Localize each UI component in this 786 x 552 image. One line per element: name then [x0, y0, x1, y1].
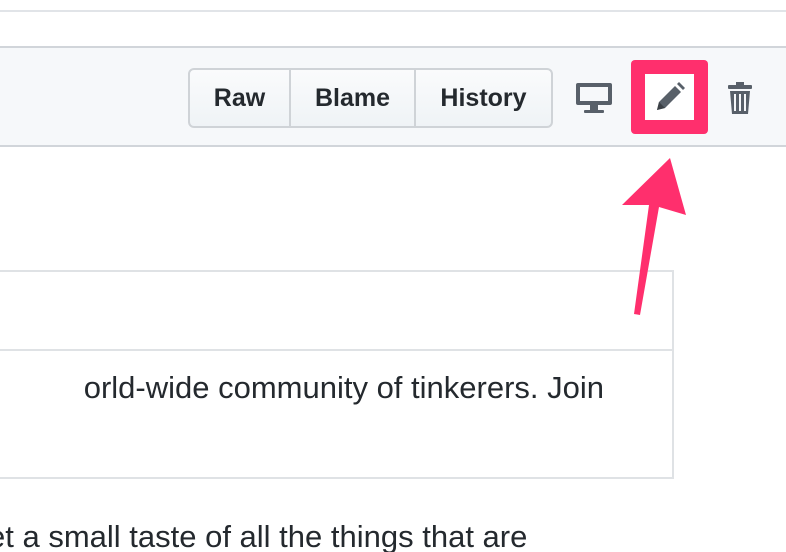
history-button[interactable]: History — [414, 70, 551, 126]
content-text: orld-wide community of tinkerers. Join — [83, 370, 604, 405]
blame-button[interactable]: Blame — [289, 70, 414, 126]
pencil-icon — [656, 82, 685, 110]
trash-icon — [728, 82, 752, 114]
desktop-icon — [576, 83, 612, 113]
content-text-row: orld-wide community of tinkerers. Join — [0, 370, 604, 410]
page: Raw Blame History orld-wide community of… — [0, 0, 786, 552]
delete-file-button[interactable] — [721, 76, 759, 120]
body-paragraph: et a small taste of all the things that … — [0, 519, 528, 552]
top-divider — [0, 10, 786, 12]
edit-file-button[interactable] — [645, 74, 694, 120]
content-table-header-row — [0, 272, 672, 351]
open-in-desktop-button[interactable] — [572, 76, 616, 120]
file-actions-bar: Raw Blame History — [0, 46, 786, 147]
content-table: orld-wide community of tinkerers. Join — [0, 270, 674, 479]
file-view-button-group: Raw Blame History — [188, 68, 553, 128]
raw-button[interactable]: Raw — [190, 70, 289, 126]
